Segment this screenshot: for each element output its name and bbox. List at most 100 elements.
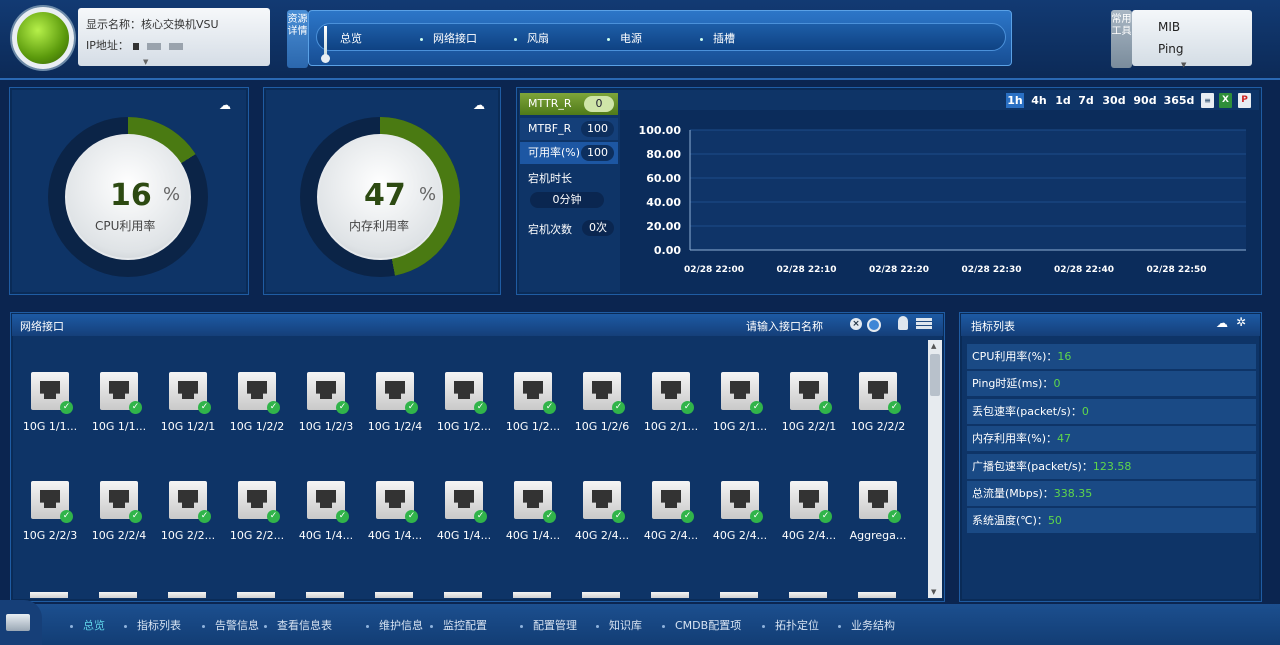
indicator-row: 内存利用率(%)：47 [967, 426, 1256, 452]
ethernet-port-icon[interactable] [30, 592, 68, 598]
cloud-download-icon[interactable]: ☁ [219, 98, 231, 112]
port-item[interactable]: ✓ 10G 1/1... [20, 372, 80, 433]
footer-nav-item[interactable]: 监控配置 [430, 617, 487, 633]
check-icon: ✓ [405, 401, 418, 414]
nav-slider-handle[interactable] [321, 26, 330, 63]
port-item[interactable]: ✓ 10G 2/2/2 [848, 372, 908, 433]
port-item[interactable]: ✓ 40G 1/4... [365, 481, 425, 542]
footer-nav-item[interactable]: 告警信息 [202, 617, 259, 633]
ethernet-port-icon[interactable] [720, 592, 758, 598]
port-item[interactable]: ✓ 10G 1/2/1 [158, 372, 218, 433]
range-1d[interactable]: 1d [1053, 93, 1073, 108]
resource-details-tab[interactable]: 资源详情 [287, 10, 308, 68]
chevron-down-icon[interactable]: ▼ [143, 58, 148, 66]
check-icon: ✓ [750, 401, 763, 414]
port-item[interactable]: ✓ 10G 2/2... [227, 481, 287, 542]
indicator-value: 0 [1081, 404, 1089, 418]
tool-ping[interactable]: Ping [1158, 42, 1184, 56]
ethernet-port-icon[interactable] [237, 592, 275, 598]
nav-slots[interactable]: 插槽 [700, 30, 735, 46]
nav-power[interactable]: 电源 [607, 30, 642, 46]
export-excel-icon[interactable]: X [1219, 93, 1232, 108]
indicator-row: 总流量(Mbps)：338.35 [967, 481, 1256, 506]
ethernet-port-icon[interactable] [789, 592, 827, 598]
footer-nav-item[interactable]: 知识库 [596, 617, 642, 633]
port-item[interactable]: ✓ 10G 1/2... [503, 372, 563, 433]
footer-nav-item[interactable]: 维护信息 [366, 617, 423, 633]
toolbox-icon[interactable] [6, 614, 30, 631]
scroll-up-icon[interactable]: ▲ [931, 342, 936, 350]
gear-icon[interactable]: ✲ [1236, 315, 1246, 329]
port-item[interactable]: ✓ 10G 2/2... [158, 481, 218, 542]
nav-fans[interactable]: 风扇 [514, 30, 549, 46]
port-item[interactable]: ✓ 40G 1/4... [434, 481, 494, 542]
nav-network-interfaces[interactable]: 网络接口 [420, 30, 477, 46]
footer-nav-label: 拓扑定位 [775, 619, 819, 632]
footer-nav-item[interactable]: CMDB配置项 [662, 617, 741, 633]
range-365d[interactable]: 365d [1162, 93, 1196, 108]
port-item[interactable]: ✓ 40G 2/4... [641, 481, 701, 542]
indicator-row: CPU利用率(%)：16 [967, 344, 1256, 369]
port-item[interactable]: ✓ 40G 2/4... [779, 481, 839, 542]
tool-mib[interactable]: MIB [1158, 20, 1180, 34]
clear-search-icon[interactable]: × [850, 318, 862, 330]
port-item[interactable]: ✓ 10G 2/2/1 [779, 372, 839, 433]
footer-nav-item[interactable]: 查看信息表 [264, 617, 332, 633]
port-item[interactable]: ✓ Aggrega... [848, 481, 908, 542]
downtime-label: 宕机时长 [528, 172, 572, 185]
ethernet-port-icon[interactable] [168, 592, 206, 598]
footer-nav-item[interactable]: 指标列表 [124, 617, 181, 633]
ethernet-port-icon: ✓ [583, 372, 625, 414]
cloud-download-icon[interactable]: ☁ [473, 98, 485, 112]
port-item[interactable]: ✓ 40G 1/4... [503, 481, 563, 542]
port-label: 10G 1/1... [22, 420, 78, 433]
range-4h[interactable]: 4h [1029, 93, 1049, 108]
port-item[interactable]: ✓ 10G 2/2/3 [20, 481, 80, 542]
chevron-down-icon[interactable]: ▼ [1181, 61, 1186, 69]
range-30d[interactable]: 30d [1101, 93, 1127, 108]
port-item[interactable]: ✓ 10G 1/2/4 [365, 372, 425, 433]
port-item[interactable]: ✓ 10G 1/2/2 [227, 372, 287, 433]
port-item[interactable]: ✓ 10G 2/1... [710, 372, 770, 433]
port-item[interactable]: ✓ 10G 1/1... [89, 372, 149, 433]
export-doc-icon[interactable]: ≡ [1201, 93, 1214, 108]
export-pdf-icon[interactable]: P [1238, 93, 1251, 108]
footer-nav-item[interactable]: 配置管理 [520, 617, 577, 633]
range-1h[interactable]: 1h [1006, 93, 1024, 108]
person-icon[interactable] [898, 316, 908, 330]
scroll-down-icon[interactable]: ▼ [931, 588, 936, 596]
port-item[interactable]: ✓ 40G 2/4... [572, 481, 632, 542]
footer-nav-item[interactable]: 总览 [70, 617, 105, 633]
search-icon[interactable] [867, 318, 881, 332]
port-item[interactable]: ✓ 10G 1/2... [434, 372, 494, 433]
ethernet-port-icon[interactable] [444, 592, 482, 598]
nav-overview[interactable]: 总览 [340, 30, 362, 46]
ethernet-port-icon[interactable] [858, 592, 896, 598]
check-icon: ✓ [336, 401, 349, 414]
range-90d[interactable]: 90d [1132, 93, 1158, 108]
interface-search-input[interactable]: 请输入接口名称 [746, 318, 823, 334]
common-tools-tab[interactable]: 常用工具 [1111, 10, 1132, 68]
ethernet-port-icon: ✓ [514, 481, 556, 523]
ethernet-port-icon[interactable] [582, 592, 620, 598]
ethernet-port-icon[interactable] [375, 592, 413, 598]
ethernet-port-icon: ✓ [514, 372, 556, 414]
port-item[interactable]: ✓ 40G 1/4... [296, 481, 356, 542]
port-item[interactable]: ✓ 40G 2/4... [710, 481, 770, 542]
ethernet-port-icon[interactable] [99, 592, 137, 598]
port-item[interactable]: ✓ 10G 2/2/4 [89, 481, 149, 542]
port-item[interactable]: ✓ 10G 1/2/6 [572, 372, 632, 433]
footer-nav-item[interactable]: 业务结构 [838, 617, 895, 633]
ethernet-port-icon: ✓ [376, 372, 418, 414]
ethernet-port-icon[interactable] [306, 592, 344, 598]
footer-nav-item[interactable]: 拓扑定位 [762, 617, 819, 633]
scrollbar-thumb[interactable] [930, 354, 940, 396]
port-label: 40G 2/4... [712, 529, 768, 542]
ethernet-port-icon[interactable] [651, 592, 689, 598]
cloud-download-icon[interactable]: ☁ [1216, 316, 1228, 330]
port-item[interactable]: ✓ 10G 1/2/3 [296, 372, 356, 433]
list-view-icon[interactable] [916, 318, 932, 329]
port-item[interactable]: ✓ 10G 2/1... [641, 372, 701, 433]
range-7d[interactable]: 7d [1076, 93, 1096, 108]
ethernet-port-icon[interactable] [513, 592, 551, 598]
